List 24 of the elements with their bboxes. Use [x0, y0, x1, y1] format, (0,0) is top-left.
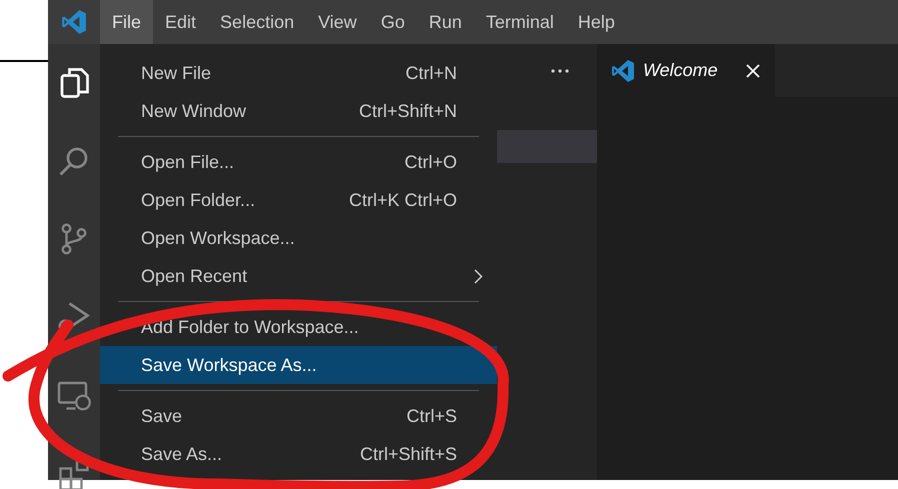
menu-item[interactable]: Open Workspace... — [100, 219, 497, 257]
menu-bar-item[interactable]: Go — [368, 0, 417, 44]
menu-bar-item[interactable]: Selection — [208, 0, 306, 44]
menu-item[interactable]: Save Ctrl+S — [100, 397, 497, 435]
menu-bar-item[interactable]: View — [306, 0, 369, 44]
app-logo-icon — [611, 58, 635, 82]
menu-item[interactable]: Open Recent — [100, 257, 497, 295]
menu-item[interactable]: Open Folder... Ctrl+K Ctrl+O — [100, 181, 497, 219]
menu-item[interactable]: New File Ctrl+N — [100, 54, 497, 92]
editor-tab[interactable]: Welcome — [597, 44, 775, 97]
menu-item[interactable]: Open File... Ctrl+O — [100, 143, 497, 181]
more-icon[interactable] — [551, 68, 569, 72]
chevron-right-icon — [474, 268, 483, 284]
menu-item[interactable]: New Window Ctrl+Shift+N — [100, 92, 497, 130]
app-logo-icon — [61, 9, 87, 35]
menu-bar-item[interactable]: Terminal — [474, 0, 566, 44]
close-icon[interactable] — [746, 64, 760, 78]
menu-bar-item[interactable]: Run — [416, 0, 474, 44]
menu-item[interactable]: Save Workspace As... — [100, 346, 497, 384]
menu-bar-item[interactable]: Help — [566, 0, 627, 44]
menu-bar-item[interactable]: File — [100, 0, 154, 44]
menu-item[interactable]: Save As... Ctrl+Shift+S — [100, 435, 497, 473]
menu-bar-item[interactable]: Edit — [153, 0, 208, 44]
tab-label: Welcome — [643, 59, 718, 82]
